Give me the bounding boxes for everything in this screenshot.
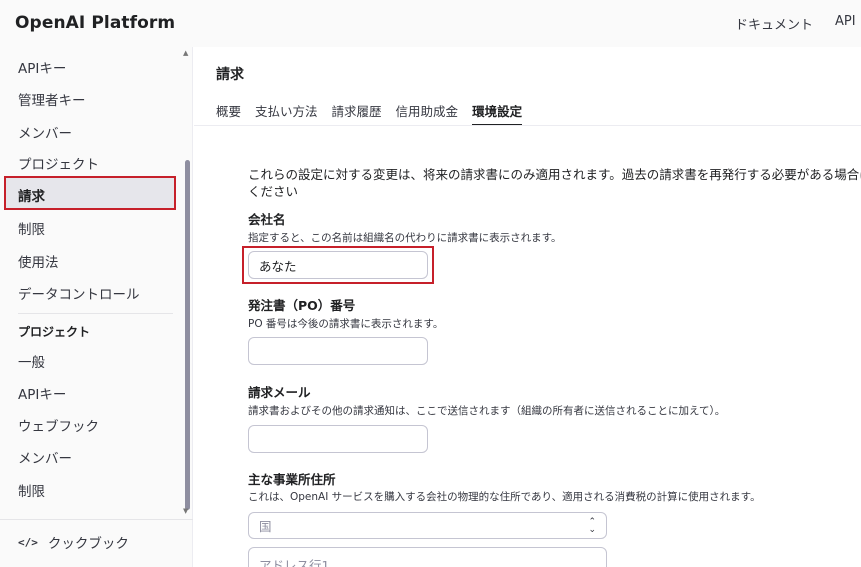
- sidebar-item-admin-keys[interactable]: 管理者キー: [18, 89, 86, 109]
- sidebar-item-usage[interactable]: 使用法: [18, 251, 59, 271]
- page-title: 請求: [216, 67, 244, 83]
- business-address-help: これは、OpenAI サービスを購入する会社の物理的な住所であり、適用される消費…: [248, 491, 761, 503]
- po-number-input[interactable]: [248, 337, 428, 365]
- country-placeholder: 国: [259, 519, 272, 534]
- tab-bar: 概要 支払い方法 請求履歴 信用助成金 環境設定: [216, 101, 523, 126]
- address-line1-input[interactable]: アドレス行1: [248, 547, 607, 567]
- top-links: ドキュメント API: [735, 14, 861, 33]
- scroll-down-icon[interactable]: ▼: [183, 507, 188, 515]
- code-icon: </>: [18, 535, 38, 549]
- api-link[interactable]: API: [835, 14, 861, 33]
- company-name-input[interactable]: あなた: [248, 251, 428, 279]
- sidebar-item-project-limits[interactable]: 制限: [18, 480, 45, 500]
- sidebar-scrollbar[interactable]: ▲ ▼: [183, 47, 191, 517]
- docs-link[interactable]: ドキュメント: [735, 14, 813, 33]
- sidebar-item-billing[interactable]: 請求: [4, 176, 176, 210]
- tab-overview[interactable]: 概要: [216, 101, 241, 120]
- description-line-2: ください: [248, 184, 299, 199]
- business-address-label: 主な事業所住所: [248, 472, 336, 487]
- tab-billing-history[interactable]: 請求履歴: [332, 101, 382, 120]
- logo[interactable]: OpenAI Platform: [15, 13, 175, 33]
- tab-payment-methods[interactable]: 支払い方法: [255, 101, 318, 120]
- cookbook-label: クックブック: [47, 536, 129, 552]
- scrollbar-thumb[interactable]: [185, 160, 190, 510]
- tab-preferences[interactable]: 環境設定: [472, 101, 523, 126]
- sidebar-item-general[interactable]: 一般: [18, 351, 45, 371]
- billing-email-help: 請求書およびその他の請求通知は、ここで送信されます（組織の所有者に送信されること…: [248, 405, 726, 417]
- po-number-label: 発注書（PO）番号: [248, 298, 356, 313]
- country-select[interactable]: 国 ⌃ ⌄: [248, 512, 607, 539]
- description-line-1: これらの設定に対する変更は、将来の請求書にのみ適用されます。過去の請求書を再発行…: [248, 167, 861, 182]
- sidebar-item-project-members[interactable]: メンバー: [18, 447, 72, 467]
- sidebar-item-data-controls[interactable]: データコントロール: [18, 283, 140, 303]
- sidebar-item-members[interactable]: メンバー: [18, 122, 72, 142]
- sidebar: APIキー 管理者キー メンバー プロジェクト 請求 制限 使用法 データコント…: [0, 47, 193, 567]
- sidebar-bottom-divider: [0, 519, 193, 520]
- sidebar-divider: [18, 313, 173, 314]
- billing-email-input[interactable]: [248, 425, 428, 453]
- sidebar-item-project-api-keys[interactable]: APIキー: [18, 383, 66, 403]
- billing-email-label: 請求メール: [248, 385, 311, 400]
- preferences-description: これらの設定に対する変更は、将来の請求書にのみ適用されます。過去の請求書を再発行…: [248, 166, 861, 200]
- sidebar-item-limits[interactable]: 制限: [18, 218, 45, 238]
- sidebar-section-project: プロジェクト: [18, 325, 91, 339]
- sidebar-item-api-keys[interactable]: APIキー: [18, 57, 66, 77]
- scroll-up-icon[interactable]: ▲: [183, 49, 188, 57]
- sidebar-item-projects[interactable]: プロジェクト: [18, 153, 99, 173]
- tabs-divider: [194, 125, 861, 126]
- top-bar: OpenAI Platform ドキュメント API: [0, 0, 861, 47]
- po-number-help: PO 番号は今後の請求書に表示されます。: [248, 318, 444, 330]
- company-name-help: 指定すると、この名前は組織名の代わりに請求書に表示されます。: [248, 232, 562, 244]
- cookbook-link[interactable]: </> クックブック: [18, 532, 129, 553]
- chevron-updown-icon: ⌃ ⌄: [588, 516, 596, 535]
- sidebar-item-webhooks[interactable]: ウェブフック: [18, 415, 99, 435]
- main-content: 請求 概要 支払い方法 請求履歴 信用助成金 環境設定 これらの設定に対する変更…: [194, 47, 861, 567]
- tab-credit-grants[interactable]: 信用助成金: [396, 101, 459, 120]
- sidebar-item-label: 請求: [18, 189, 45, 205]
- company-name-label: 会社名: [248, 212, 286, 227]
